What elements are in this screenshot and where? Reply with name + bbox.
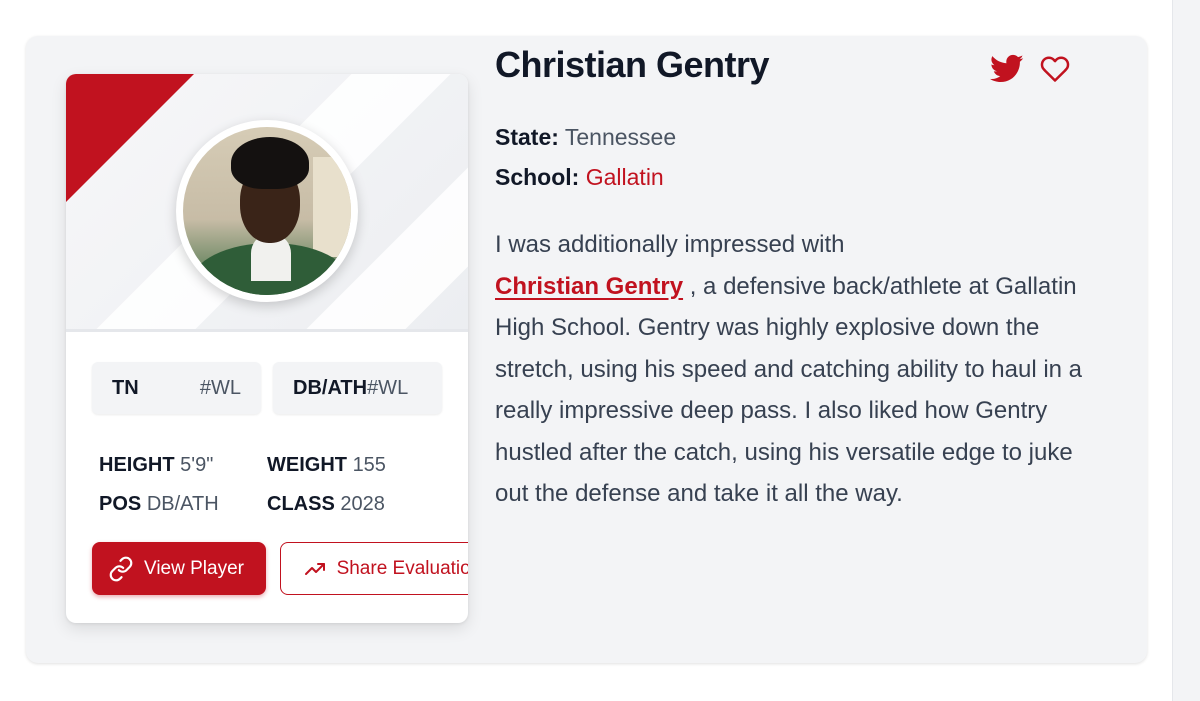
player-photo <box>183 127 351 295</box>
stat-weight-label: WEIGHT <box>267 454 347 476</box>
player-card-header <box>66 74 468 332</box>
stat-weight: WEIGHT 155 <box>267 454 435 477</box>
evaluation-intro: I was additionally impressed with <box>495 231 845 258</box>
evaluation-body: , a defensive back/athlete at Gallatin H… <box>495 272 1083 508</box>
player-stats: HEIGHT 5'9" WEIGHT 155 POS DB/ATH CLASS … <box>99 446 439 524</box>
school-row: School: Gallatin <box>495 157 676 197</box>
stat-class: CLASS 2028 <box>267 493 435 516</box>
twitter-icon[interactable] <box>990 54 1024 84</box>
chip-position-rank: #WL <box>367 376 409 399</box>
chip-position: DB/ATH <box>293 376 368 399</box>
card-actions: View Player Share Evaluation <box>92 542 468 595</box>
school-link[interactable]: Gallatin <box>586 164 664 190</box>
state-rank-chip: TN #WL <box>92 362 261 414</box>
accent-corner <box>66 74 194 202</box>
state-row: State: Tennessee <box>495 117 676 157</box>
stat-height-value: 5'9" <box>180 454 214 476</box>
chip-state: TN <box>112 376 139 399</box>
heart-icon[interactable] <box>1040 54 1070 84</box>
share-evaluation-button[interactable]: Share Evaluation <box>279 542 468 595</box>
share-evaluation-label: Share Evaluation <box>336 557 468 579</box>
player-meta: State: Tennessee School: Gallatin <box>495 117 676 197</box>
view-player-label: View Player <box>144 557 244 579</box>
stat-pos-value: DB/ATH <box>146 493 219 515</box>
position-rank-chip: DB/ATH #WL <box>273 362 442 414</box>
player-actions <box>990 54 1070 84</box>
rank-chips: TN #WL DB/ATH #WL <box>92 362 442 414</box>
avatar <box>176 120 358 302</box>
state-label: State: <box>495 124 559 150</box>
chip-state-rank: #WL <box>199 376 241 399</box>
school-label: School: <box>495 164 580 190</box>
stat-weight-value: 155 <box>352 454 386 476</box>
trending-up-icon <box>304 562 325 575</box>
stat-height: HEIGHT 5'9" <box>99 454 267 477</box>
view-player-button[interactable]: View Player <box>92 542 266 595</box>
player-card: TN #WL DB/ATH #WL HEIGHT 5'9" WEIGHT 155 <box>66 74 468 623</box>
evaluation-text: I was additionally impressed with Christi… <box>495 224 1085 515</box>
scrollbar-track[interactable] <box>1172 0 1200 701</box>
link-icon <box>109 556 133 581</box>
player-name-link[interactable]: Christian Gentry <box>495 273 683 300</box>
stat-height-label: HEIGHT <box>99 454 175 476</box>
stat-pos: POS DB/ATH <box>99 493 267 516</box>
stat-pos-label: POS <box>99 493 142 515</box>
stat-class-label: CLASS <box>267 493 335 515</box>
stat-class-value: 2028 <box>340 493 385 515</box>
state-value: Tennessee <box>564 124 677 150</box>
